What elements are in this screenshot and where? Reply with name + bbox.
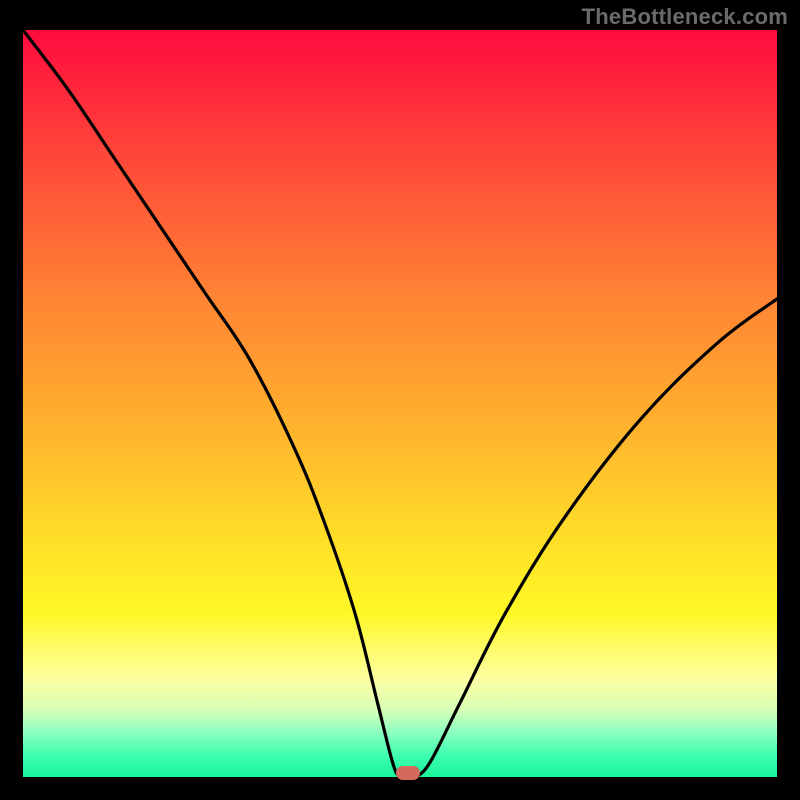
plot-area xyxy=(23,30,777,777)
chart-frame: TheBottleneck.com xyxy=(0,0,800,800)
watermark-text: TheBottleneck.com xyxy=(582,4,788,30)
bottleneck-curve xyxy=(23,30,777,777)
optimum-marker xyxy=(396,766,420,780)
